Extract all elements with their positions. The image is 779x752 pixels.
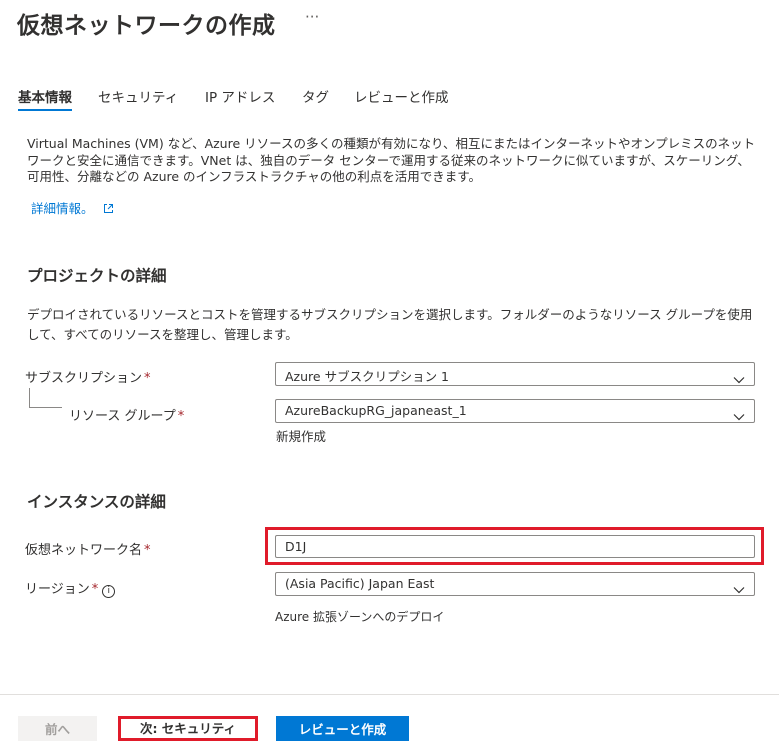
- resource-group-dropdown[interactable]: AzureBackupRG_japaneast_1: [275, 399, 755, 423]
- previous-button[interactable]: 前へ: [18, 716, 97, 741]
- chevron-down-icon: [733, 406, 745, 425]
- chevron-down-icon: [733, 369, 745, 388]
- external-link-icon[interactable]: [103, 202, 114, 217]
- tree-connector-horizontal: [29, 407, 62, 408]
- chevron-down-icon: [733, 579, 745, 598]
- more-options-icon[interactable]: ···: [305, 8, 319, 26]
- resource-group-value: AzureBackupRG_japaneast_1: [285, 403, 467, 418]
- edge-zone-link[interactable]: Azure 拡張ゾーンへのデプロイ: [275, 608, 444, 625]
- subscription-label-text: サブスクリプション: [25, 371, 143, 386]
- tab-tags[interactable]: タグ: [302, 86, 329, 106]
- required-mark: *: [91, 582, 99, 597]
- region-label-text: リージョン: [25, 582, 90, 597]
- region-label: リージョン * i: [25, 578, 116, 598]
- resource-group-label-text: リソース グループ: [69, 409, 176, 424]
- info-icon[interactable]: i: [102, 585, 116, 598]
- next-security-button[interactable]: 次: セキュリティ: [118, 716, 258, 741]
- vnet-name-input[interactable]: [275, 535, 755, 558]
- subscription-value: Azure サブスクリプション 1: [285, 369, 449, 384]
- subscription-label: サブスクリプション *: [25, 367, 151, 386]
- tree-connector-vertical: [29, 388, 30, 408]
- tab-security[interactable]: セキュリティ: [98, 86, 178, 106]
- subscription-dropdown[interactable]: Azure サブスクリプション 1: [275, 362, 755, 386]
- learn-more-link[interactable]: 詳細情報。: [31, 201, 94, 216]
- tab-basics[interactable]: 基本情報: [18, 86, 72, 111]
- intro-description: Virtual Machines (VM) など、Azure リソースの多くの種…: [27, 136, 756, 184]
- tab-ip-addresses[interactable]: IP アドレス: [205, 86, 275, 106]
- required-mark: *: [177, 409, 185, 424]
- required-mark: *: [144, 371, 151, 386]
- project-details-heading: プロジェクトの詳細: [27, 267, 167, 285]
- learn-more-link-wrapper: 詳細情報。: [31, 198, 114, 217]
- resource-group-label: リソース グループ *: [69, 405, 184, 424]
- page-title: 仮想ネットワークの作成: [17, 13, 276, 39]
- required-mark: *: [144, 543, 151, 558]
- project-details-description: デプロイされているリソースとコストを管理するサブスクリプションを選択します。フォ…: [27, 307, 753, 342]
- region-dropdown[interactable]: (Asia Pacific) Japan East: [275, 572, 755, 596]
- footer-divider: [0, 694, 779, 695]
- instance-details-heading: インスタンスの詳細: [27, 493, 166, 511]
- review-create-button[interactable]: レビューと作成: [276, 716, 409, 741]
- vnet-name-label: 仮想ネットワーク名 *: [25, 539, 151, 558]
- tab-review-create[interactable]: レビューと作成: [354, 86, 449, 106]
- region-value: (Asia Pacific) Japan East: [285, 576, 435, 591]
- create-new-resource-group-link[interactable]: 新規作成: [276, 426, 326, 445]
- vnet-name-label-text: 仮想ネットワーク名: [25, 543, 143, 558]
